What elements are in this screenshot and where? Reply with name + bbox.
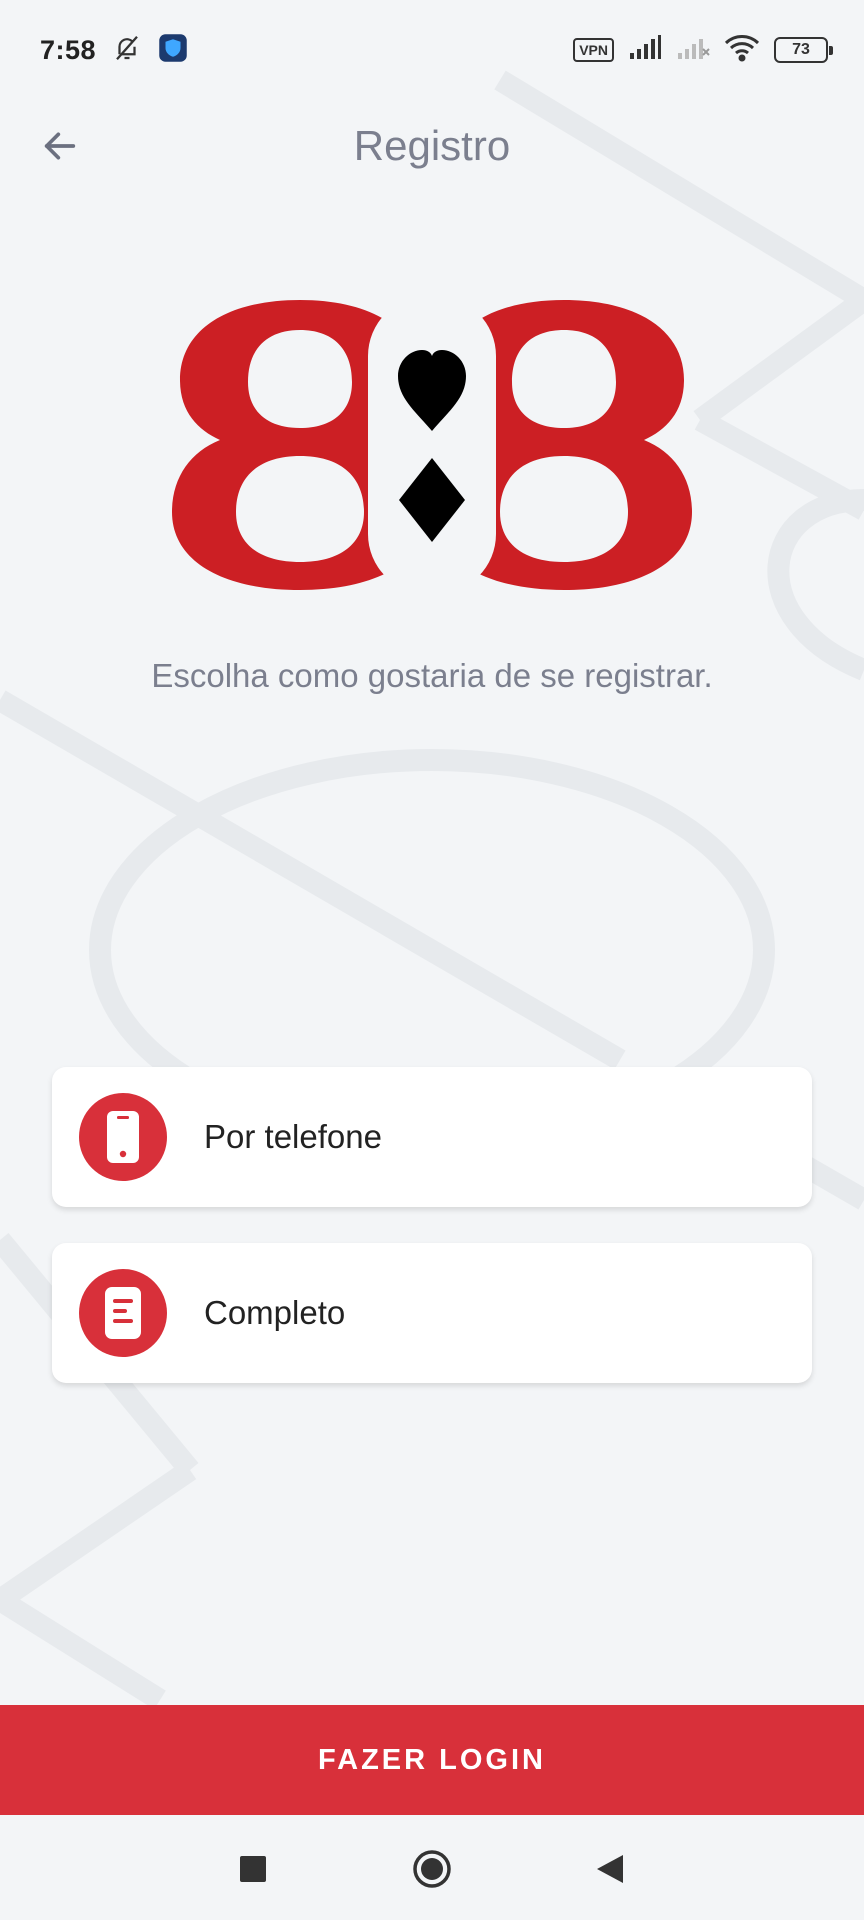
option-label-phone: Por telefone	[204, 1118, 382, 1155]
register-by-phone-button[interactable]: Por telefone	[52, 1067, 812, 1207]
brand-logo	[172, 300, 692, 590]
status-bar: 7:58 VPN 73	[0, 0, 864, 100]
signal-icon	[628, 34, 662, 66]
bell-off-icon	[112, 33, 142, 68]
subtitle: Escolha como gostaria de se registrar.	[151, 657, 713, 694]
triangle-back-icon[interactable]	[590, 1849, 630, 1889]
phone-icon	[79, 1093, 167, 1181]
wifi-icon	[724, 34, 760, 67]
signal-off-icon	[676, 35, 710, 66]
background-pattern	[0, 70, 864, 1710]
page-title: Registro	[353, 122, 511, 169]
option-label-complete: Completo	[204, 1294, 346, 1331]
status-left: 7:58	[40, 33, 188, 68]
battery-icon: 73	[774, 37, 833, 63]
status-right: VPN 73	[573, 34, 833, 67]
shield-app-icon	[158, 33, 188, 68]
register-complete-button[interactable]: Completo	[52, 1243, 812, 1383]
login-button-label: FAZER LOGIN	[318, 1743, 546, 1776]
square-recents-icon[interactable]	[233, 1849, 273, 1889]
circle-home-icon[interactable]	[412, 1849, 452, 1889]
app-bar: Registro	[0, 100, 864, 190]
vpn-badge: VPN	[573, 38, 614, 62]
login-button[interactable]: FAZER LOGIN	[0, 1705, 864, 1815]
status-time: 7:58	[40, 34, 97, 65]
system-nav-bar	[0, 1815, 864, 1920]
document-icon	[79, 1269, 167, 1357]
